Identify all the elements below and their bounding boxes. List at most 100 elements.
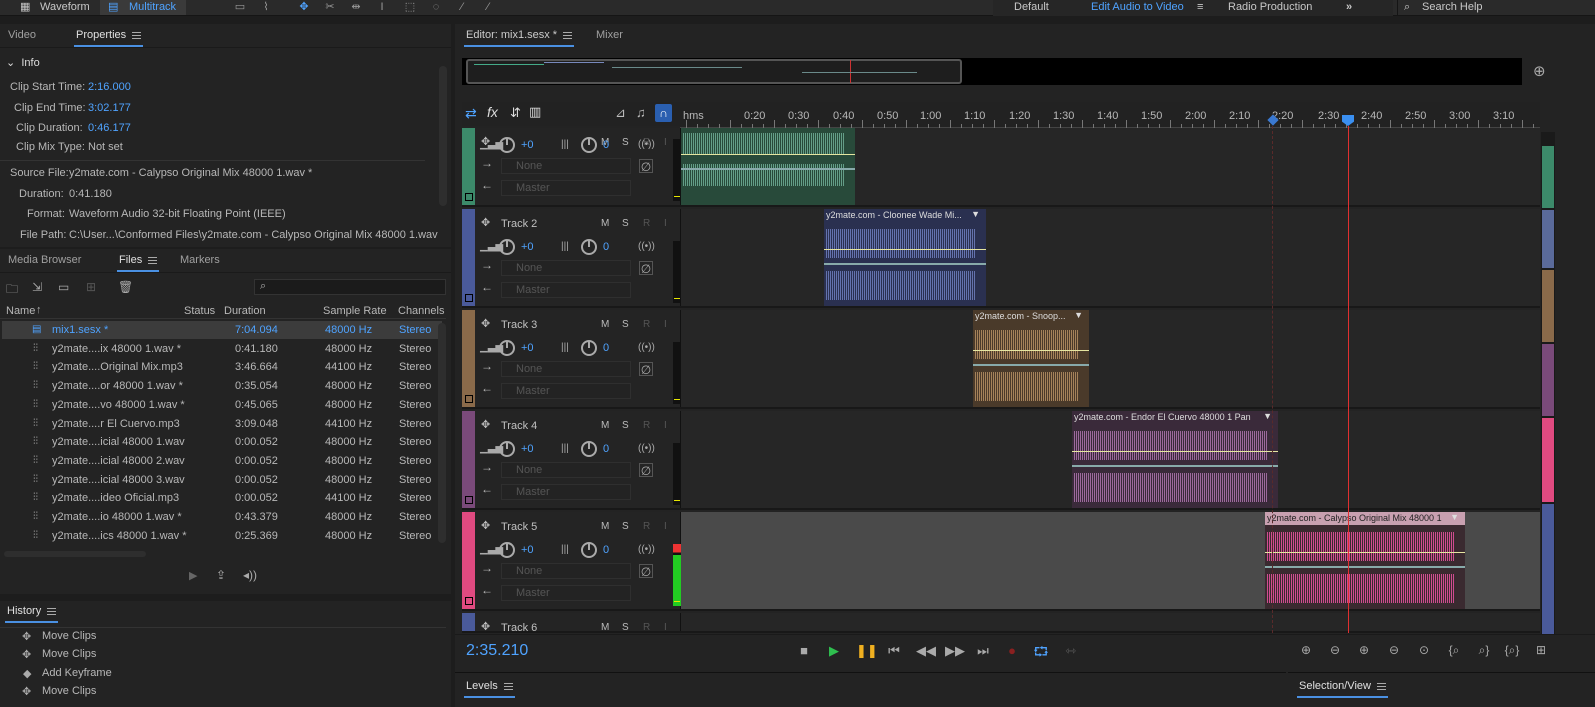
- pan-value[interactable]: 0: [603, 241, 609, 253]
- clip-menu-icon[interactable]: ▼: [1450, 512, 1459, 522]
- move-tool-icon[interactable]: ✥: [296, 1, 312, 14]
- file-row[interactable]: ⫶⫶ y2mate....vo 48000 1.wav * 0:45.065 4800…: [2, 396, 442, 414]
- tab-markers[interactable]: Markers: [180, 254, 220, 266]
- brush-icon[interactable]: ⁄: [454, 1, 470, 14]
- play-file-icon[interactable]: ▶: [189, 569, 197, 582]
- track-color-bar[interactable]: [462, 411, 475, 508]
- track-color-bar[interactable]: [462, 128, 475, 205]
- track-color-bar[interactable]: [462, 613, 475, 631]
- export-icon[interactable]: ⇪: [216, 568, 226, 582]
- eq-icon[interactable]: ▥: [529, 104, 541, 120]
- go-to-end-icon[interactable]: ⏭: [975, 643, 991, 659]
- monitor-icon[interactable]: ♫: [636, 105, 646, 120]
- input-select[interactable]: None: [501, 361, 631, 377]
- output-select[interactable]: Master: [501, 484, 631, 500]
- clip-menu-icon[interactable]: ▼: [1074, 310, 1083, 320]
- track-input-button[interactable]: I: [664, 137, 667, 148]
- files-search-input[interactable]: ⌕: [254, 279, 446, 295]
- workspace-edit-audio-to-video[interactable]: Edit Audio to Video: [1091, 0, 1184, 15]
- track-select-box[interactable]: [465, 597, 473, 605]
- current-time-display[interactable]: 2:35.210: [466, 642, 528, 660]
- pan-knob[interactable]: [581, 441, 597, 457]
- pitch-icon[interactable]: ⌇: [258, 1, 274, 14]
- panel-menu-icon[interactable]: [132, 31, 142, 39]
- volume-knob[interactable]: [499, 239, 515, 255]
- zoom-full-icon[interactable]: ⊙: [1414, 643, 1434, 657]
- files-scrollbar[interactable]: [438, 323, 446, 543]
- zoom-in-point-icon[interactable]: {⌕: [1444, 643, 1464, 658]
- clip-pan-envelope[interactable]: [1072, 465, 1278, 467]
- volume-value[interactable]: +0: [521, 443, 534, 455]
- volume-value[interactable]: +0: [521, 241, 534, 253]
- track-color-bar[interactable]: [462, 512, 475, 609]
- track-lane[interactable]: [681, 128, 1540, 205]
- file-row[interactable]: ▤ mix1.sesx * 7:04.094 48000 Hz Stereo: [2, 321, 442, 339]
- volume-value[interactable]: +0: [521, 544, 534, 556]
- polarity-icon[interactable]: ∅: [639, 159, 653, 174]
- clip-volume-envelope[interactable]: [973, 350, 1089, 351]
- input-select[interactable]: None: [501, 462, 631, 478]
- clip-volume-envelope[interactable]: [1072, 451, 1278, 452]
- track-mute-button[interactable]: M: [601, 319, 609, 330]
- files-menu-icon[interactable]: [148, 256, 158, 264]
- track-record-button[interactable]: R: [643, 420, 650, 431]
- volume-value[interactable]: +0: [521, 139, 534, 151]
- track-select-box[interactable]: [465, 395, 473, 403]
- session-overview[interactable]: [462, 58, 1522, 85]
- fast-forward-icon[interactable]: ▶▶: [945, 643, 965, 659]
- output-select[interactable]: Master: [501, 282, 631, 298]
- file-row[interactable]: ⫶⫶ y2mate....ideo Oficial.mp3 0:00.052 4410…: [2, 489, 442, 507]
- track-solo-button[interactable]: S: [622, 137, 629, 148]
- file-row[interactable]: ⫶⫶ y2mate....icial 48000 2.wav 0:00.052 480…: [2, 452, 442, 470]
- track-mute-button[interactable]: M: [601, 218, 609, 229]
- clip-volume-envelope[interactable]: [681, 154, 855, 155]
- track-input-button[interactable]: I: [664, 521, 667, 532]
- pause-icon[interactable]: ❚❚: [856, 643, 878, 659]
- pan-knob[interactable]: [581, 137, 597, 153]
- audio-clip[interactable]: y2mate.com - Endor El Cuervo 48000 1 Pan…: [1072, 411, 1278, 508]
- zoom-to-fit-icon[interactable]: ⊕: [1533, 62, 1546, 80]
- go-to-start-icon[interactable]: ⏮: [886, 643, 902, 659]
- col-duration[interactable]: Duration: [224, 305, 266, 317]
- clip-volume-envelope[interactable]: [1265, 552, 1465, 553]
- inputs-outputs-icon[interactable]: ⇄: [465, 105, 477, 122]
- stereo-icon[interactable]: ((•)): [638, 342, 655, 353]
- track-lane[interactable]: [681, 613, 1540, 631]
- sends-icon[interactable]: ⇵: [510, 105, 521, 121]
- lasso-icon[interactable]: ◌: [428, 1, 444, 14]
- move-track-icon[interactable]: ✥: [481, 620, 490, 633]
- track-record-button[interactable]: R: [643, 622, 650, 633]
- volume-knob[interactable]: [499, 137, 515, 153]
- pan-value[interactable]: 0: [603, 544, 609, 556]
- trash-icon[interactable]: 🗑: [118, 280, 133, 294]
- pan-value[interactable]: 0: [603, 443, 609, 455]
- file-row[interactable]: ⫶⫶ y2mate....icial 48000 1.wav 0:00.052 480…: [2, 433, 442, 451]
- tab-properties[interactable]: Properties: [73, 29, 144, 47]
- track-name[interactable]: Track 6: [501, 622, 537, 634]
- multitrack-view-button[interactable]: ▤ Multitrack: [100, 0, 186, 15]
- track-scrollbar[interactable]: [1541, 132, 1555, 635]
- time-selection-icon[interactable]: I: [374, 1, 390, 14]
- tab-video[interactable]: Video: [8, 29, 36, 41]
- track-select-box[interactable]: [465, 294, 473, 302]
- move-track-icon[interactable]: ✥: [481, 519, 490, 532]
- zoom-out-point-icon[interactable]: ⌕}: [1474, 643, 1494, 658]
- track-solo-button[interactable]: S: [622, 521, 629, 532]
- track-input-button[interactable]: I: [664, 319, 667, 330]
- clip-end-value[interactable]: 3:02.177: [88, 102, 131, 114]
- audio-clip[interactable]: y2mate.com - Cloonee Wade Mi... ▼: [824, 209, 986, 306]
- track-solo-button[interactable]: S: [622, 420, 629, 431]
- pan-value[interactable]: 0: [603, 139, 609, 151]
- stereo-icon[interactable]: ((•)): [638, 241, 655, 252]
- zoom-in-amplitude-icon[interactable]: ⊕: [1296, 643, 1316, 657]
- track-record-button[interactable]: R: [643, 218, 650, 229]
- output-select[interactable]: Master: [501, 585, 631, 601]
- waveform-view-button[interactable]: ▦ Waveform: [8, 0, 92, 15]
- stop-icon[interactable]: ■: [796, 643, 812, 658]
- history-item[interactable]: Move Clips: [42, 630, 96, 642]
- history-item[interactable]: Move Clips: [42, 648, 96, 660]
- pan-value[interactable]: 0: [603, 342, 609, 354]
- input-select[interactable]: None: [501, 158, 631, 174]
- output-select[interactable]: Master: [501, 383, 631, 399]
- file-row[interactable]: ⫶⫶ y2mate....Original Mix.mp3 3:46.664 4410…: [2, 358, 442, 376]
